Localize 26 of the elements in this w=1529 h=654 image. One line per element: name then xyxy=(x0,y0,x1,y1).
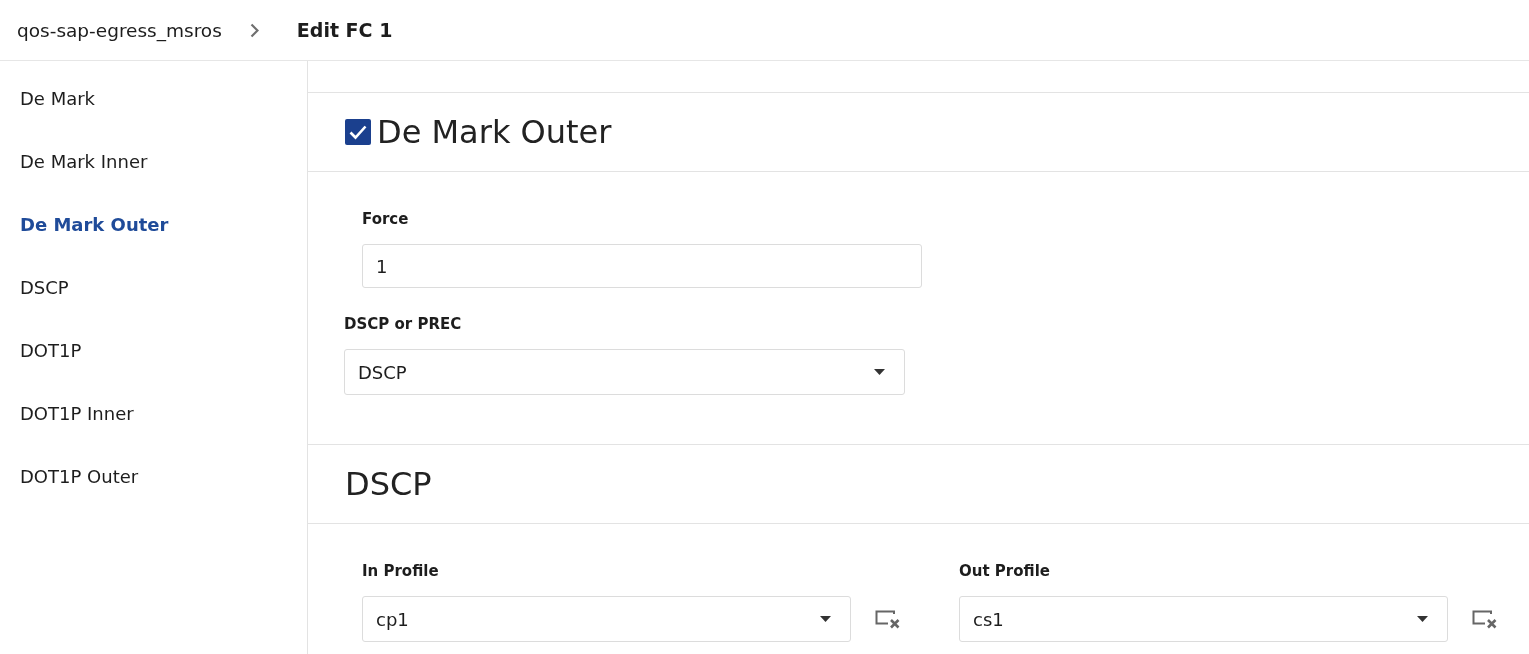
sidebar-item[interactable]: DOT1P Outer xyxy=(0,445,307,508)
chevron-right-icon xyxy=(249,22,259,38)
select-field[interactable]: cp1 xyxy=(362,596,851,642)
checkbox[interactable] xyxy=(345,119,371,145)
sidebar-item[interactable]: DOT1P Inner xyxy=(0,382,307,445)
sidebar-item[interactable]: De Mark xyxy=(0,67,307,130)
breadcrumb-link[interactable]: qos-sap-egress_msros xyxy=(17,19,222,41)
field-label: In Profile xyxy=(362,561,439,581)
field-label: Force xyxy=(362,209,409,229)
select-field[interactable]: cs1 xyxy=(959,596,1448,642)
sidebar-item[interactable]: De Mark Outer xyxy=(0,193,307,256)
clear-field-icon[interactable] xyxy=(1472,609,1498,629)
caret-icon xyxy=(820,616,831,622)
sidebar-item[interactable]: DOT1P xyxy=(0,319,307,382)
input-field[interactable]: 1 xyxy=(362,244,922,288)
clear-field-icon[interactable] xyxy=(875,609,901,629)
caret-icon xyxy=(874,369,885,375)
section-title: DSCP xyxy=(345,465,432,503)
select-field[interactable]: DSCP xyxy=(344,349,905,395)
sidebar-item[interactable]: DSCP xyxy=(0,256,307,319)
sidebar-item[interactable]: De Mark Inner xyxy=(0,130,307,193)
caret-icon xyxy=(1417,616,1428,622)
field-label: Out Profile xyxy=(959,561,1050,581)
section-title: De Mark Outer xyxy=(377,113,612,151)
field-label: DSCP or PREC xyxy=(344,314,462,334)
page-title: Edit FC 1 xyxy=(296,19,393,41)
